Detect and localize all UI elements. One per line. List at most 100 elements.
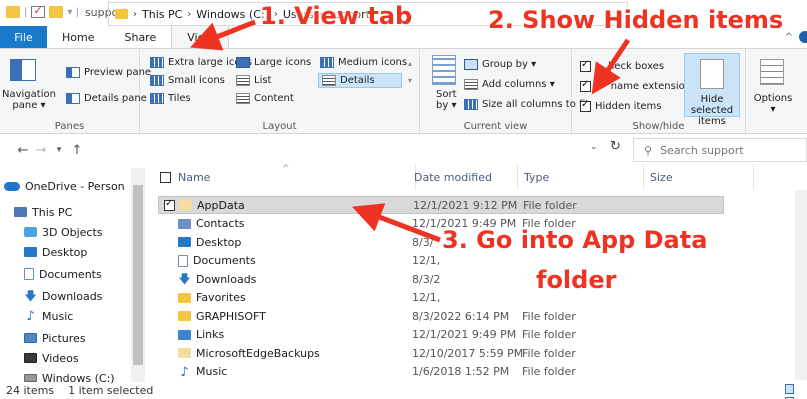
nav-item-onedrive[interactable]: OneDrive - Person xyxy=(4,176,125,196)
collapse-ribbon-icon[interactable]: ^ xyxy=(785,32,793,43)
file-name: Contacts xyxy=(196,217,245,230)
file-date-modified: 12/1/2021 9:12 PM xyxy=(413,198,518,212)
file-name: Music xyxy=(196,365,228,378)
file-name: Favorites xyxy=(196,291,246,304)
nav-item-3d-objects[interactable]: 3D Objects xyxy=(24,222,103,242)
details-view-icon[interactable] xyxy=(785,384,794,394)
documents-icon xyxy=(178,254,188,267)
file-row[interactable]: Documents 12/1, xyxy=(158,252,724,270)
column-header-type[interactable]: Type xyxy=(518,164,644,190)
desktop-icon xyxy=(24,247,37,257)
status-item-count: 24 items xyxy=(6,384,55,397)
item-check-boxes-toggle[interactable]: I heck boxes xyxy=(580,59,664,72)
nav-item-this-pc[interactable]: This PC xyxy=(14,202,72,222)
forward-icon[interactable]: → xyxy=(32,143,50,158)
small-icons-option[interactable]: Small icons xyxy=(150,75,225,86)
column-header-date-modified[interactable]: Date modified xyxy=(408,164,518,190)
details-pane-button[interactable]: Details pane xyxy=(66,93,147,104)
large-icons-option[interactable]: Large icons xyxy=(236,57,311,68)
file-date-modified: 8/3/ xyxy=(412,235,434,249)
size-all-columns-button[interactable]: Size all columns to fit xyxy=(464,99,589,110)
select-all-checkbox[interactable] xyxy=(160,172,171,183)
group-by-button[interactable]: Group by ▾ xyxy=(464,59,536,70)
chevron-right-icon[interactable]: › xyxy=(187,9,191,20)
nav-pane-scroll-thumb[interactable] xyxy=(133,185,143,365)
tab-view[interactable]: View xyxy=(171,25,230,49)
new-folder-icon[interactable] xyxy=(49,6,64,18)
file-row[interactable]: GRAPHISOFT 8/3/2022 6:14 PM File folder xyxy=(158,307,724,325)
recent-locations-icon[interactable]: ▾ xyxy=(50,145,68,155)
file-name-cell: Desktop xyxy=(178,236,241,249)
nav-item-desktop[interactable]: Desktop xyxy=(24,242,87,262)
properties-check-icon[interactable] xyxy=(31,4,46,18)
file-row[interactable]: AppData 12/1/2021 9:12 PM File folder xyxy=(158,196,724,214)
address-dropdown-icon[interactable]: ⌄ xyxy=(590,142,598,152)
row-checkbox[interactable] xyxy=(164,198,175,211)
file-name-cell: GRAPHISOFT xyxy=(178,310,266,323)
file-name: Documents xyxy=(193,254,256,267)
downloads-icon: 🡇 xyxy=(24,288,37,303)
file-name-extensions-checkbox[interactable] xyxy=(580,79,591,92)
crumb-windows-c[interactable]: Windows (C:) xyxy=(196,8,269,21)
layout-scroll[interactable]: ▴ ▾ xyxy=(408,59,412,85)
hidden-items-checkbox[interactable] xyxy=(580,99,591,112)
nav-item-videos[interactable]: Videos xyxy=(24,348,79,368)
nav-item-documents[interactable]: Documents xyxy=(24,264,102,284)
up-icon[interactable]: ↑ xyxy=(68,143,86,158)
layout-scroll-down-icon[interactable]: ▾ xyxy=(408,76,412,85)
details-option[interactable]: Details xyxy=(318,73,402,88)
file-row[interactable]: ♪ Music 1/6/2018 1:52 PM File folder xyxy=(158,363,724,381)
list-option[interactable]: List xyxy=(236,75,271,86)
view-toggle[interactable] xyxy=(785,384,805,399)
navigation-pane-button[interactable]: Navigation pane ▾ xyxy=(2,89,56,111)
annotation-step-2: 2. Show Hidden items xyxy=(488,6,784,34)
contacts-icon xyxy=(178,218,191,229)
hidden-items-toggle[interactable]: Hidden items xyxy=(580,99,661,112)
tab-home[interactable]: Home xyxy=(47,26,109,49)
tab-file[interactable]: File xyxy=(0,26,47,49)
preview-pane-button[interactable]: Preview pane xyxy=(66,67,151,78)
file-date-modified: 12/1, xyxy=(412,254,441,267)
large-icons-icon xyxy=(236,57,250,68)
file-name: Links xyxy=(196,328,225,341)
content-icon xyxy=(236,93,250,104)
file-name-extensions-toggle[interactable]: F name extensions xyxy=(580,79,696,92)
file-date-modified: 8/3/2022 6:14 PM xyxy=(412,309,510,323)
medium-icons-option[interactable]: Medium icons xyxy=(320,57,407,68)
nav-item-music[interactable]: ♪ Music xyxy=(24,306,73,326)
options-button[interactable]: Options ▾ xyxy=(748,53,798,117)
file-row[interactable]: Links 12/1/2021 9:49 PM File folder xyxy=(158,326,724,344)
hide-selected-items-button[interactable]: Hide selected items xyxy=(684,53,740,127)
layout-scroll-up-icon[interactable]: ▴ xyxy=(408,59,412,68)
item-check-boxes-checkbox[interactable] xyxy=(580,59,591,72)
preview-pane-icon xyxy=(66,67,80,78)
crumb-this-pc[interactable]: This PC xyxy=(142,8,182,21)
column-header-size[interactable]: Size xyxy=(644,164,754,190)
file-type: File folder xyxy=(523,198,577,212)
refresh-icon[interactable]: ↻ xyxy=(610,139,621,154)
drive-icon xyxy=(24,374,37,382)
desktop-icon xyxy=(178,237,191,247)
nav-item-downloads[interactable]: 🡇 Downloads xyxy=(24,286,102,306)
sort-by-icon[interactable] xyxy=(432,55,456,85)
sort-by-button[interactable]: Sort by ▾ xyxy=(436,89,457,111)
quick-access-dropdown-icon[interactable]: ▾ | xyxy=(67,7,79,18)
tab-share[interactable]: Share xyxy=(109,26,171,49)
tiles-option[interactable]: Tiles xyxy=(150,93,191,104)
links-icon xyxy=(178,329,191,340)
file-row[interactable]: 🡇 Downloads 8/3/2 xyxy=(158,270,724,288)
back-icon[interactable]: ← xyxy=(14,143,32,158)
navigation-pane-icon[interactable] xyxy=(10,59,36,81)
chevron-right-icon[interactable]: › xyxy=(133,9,137,20)
add-columns-button[interactable]: Add columns ▾ xyxy=(464,79,555,90)
add-columns-icon xyxy=(464,79,478,90)
content-option[interactable]: Content xyxy=(236,93,294,104)
file-row[interactable]: MicrosoftEdgeBackups 12/10/2017 5:59 PM Fi… xyxy=(158,344,724,362)
help-icon[interactable] xyxy=(799,31,807,43)
search-input[interactable]: ⚲ Search support xyxy=(633,138,807,162)
nav-item-pictures[interactable]: Pictures xyxy=(24,328,86,348)
downloads-icon: 🡇 xyxy=(178,271,191,286)
file-row[interactable]: Favorites 12/1, xyxy=(158,289,724,307)
column-header-name[interactable]: Name xyxy=(172,164,416,190)
file-list-scrollbar[interactable] xyxy=(795,190,807,380)
